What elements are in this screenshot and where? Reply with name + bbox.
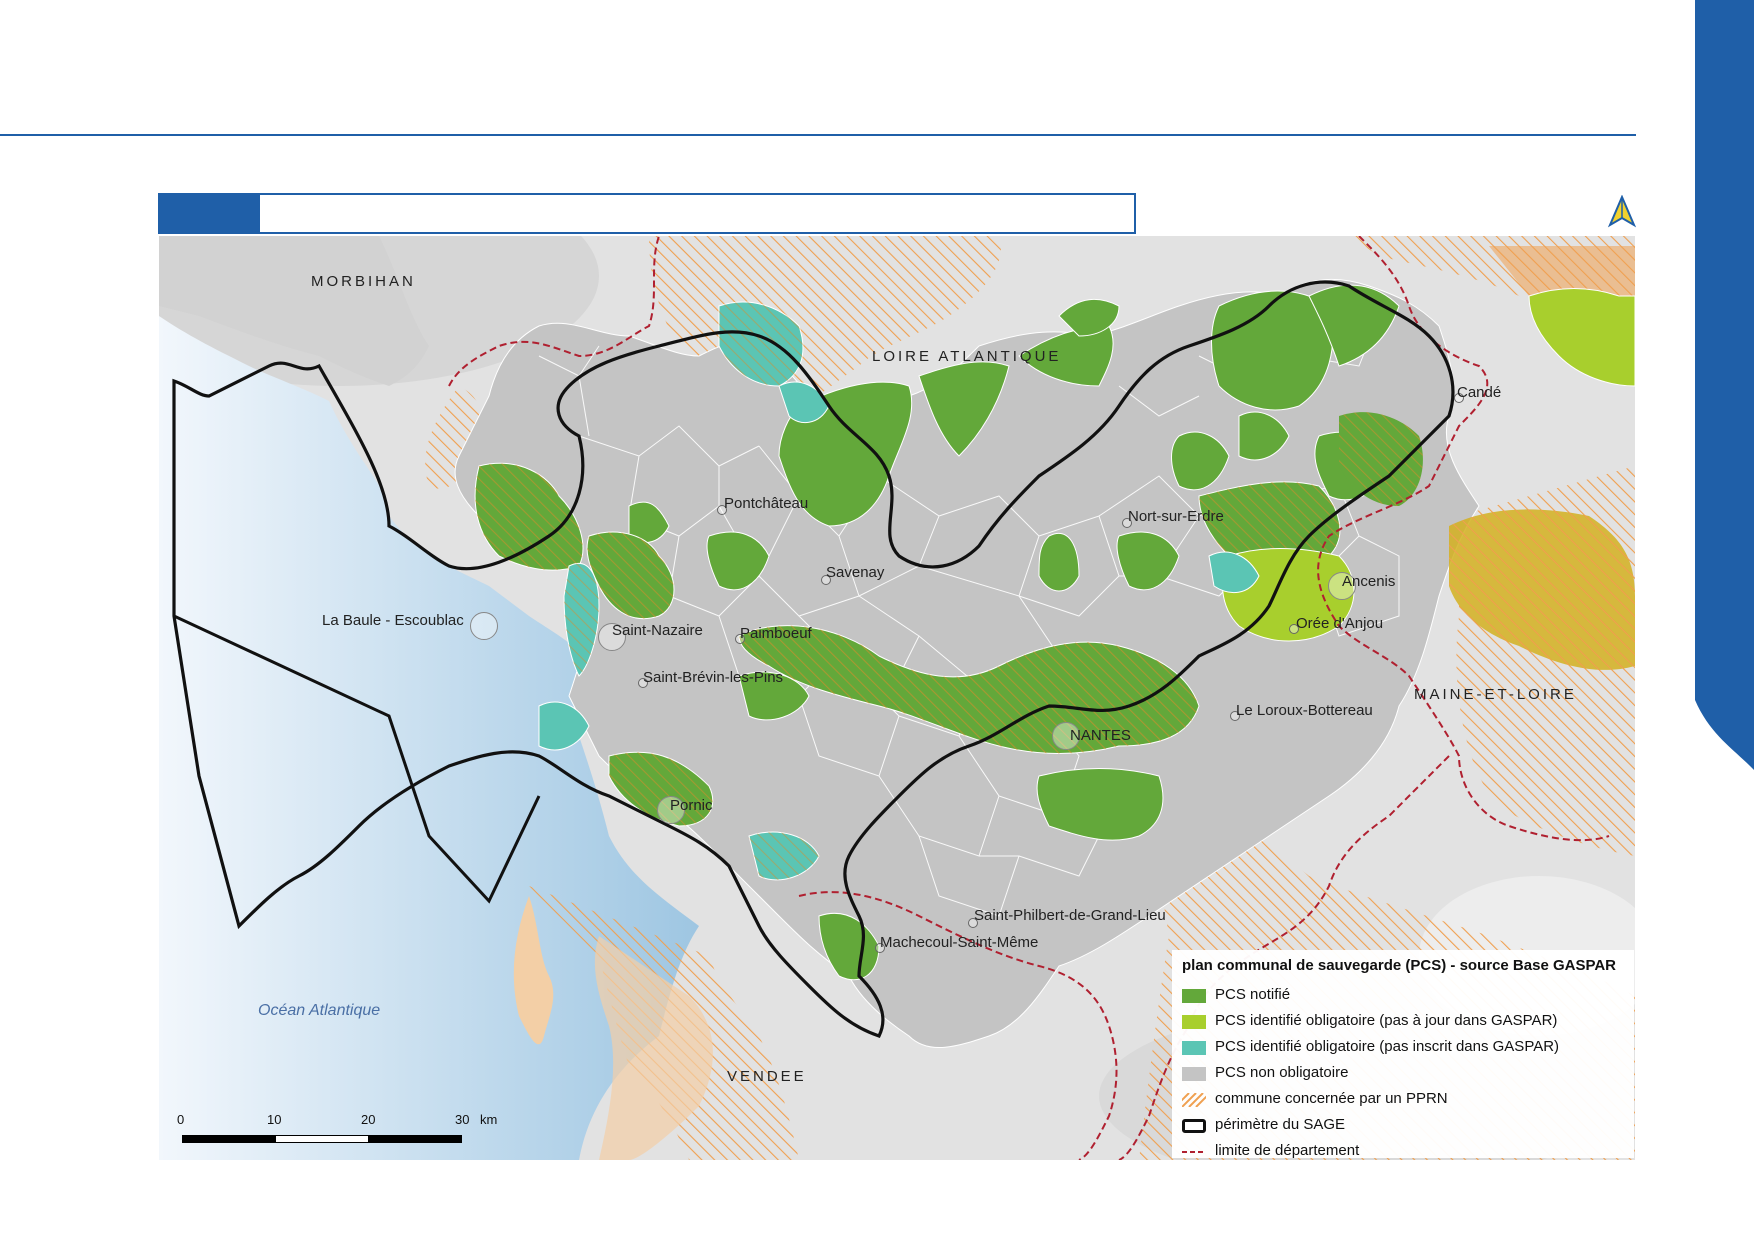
place-label: Saint-Philbert-de-Grand-Lieu — [974, 907, 1166, 924]
title-block — [160, 195, 260, 232]
scale-unit: km — [480, 1112, 498, 1127]
legend-title: plan communal de sauvegarde (PCS) - sour… — [1182, 957, 1617, 974]
scale-tick-label: 10 — [267, 1112, 282, 1127]
place-label: Candé — [1457, 384, 1502, 401]
place-label: Machecoul-Saint-Même — [880, 934, 1039, 951]
place-label: NANTES — [1070, 727, 1131, 744]
ocean-label: Océan Atlantique — [258, 1002, 381, 1019]
place-label: Orée d'Anjou — [1296, 615, 1384, 632]
place-label: Saint-Brévin-les-Pins — [643, 669, 784, 686]
scale-segment — [182, 1135, 276, 1143]
place-label: Pornic — [670, 797, 713, 814]
side-tab — [1695, 0, 1754, 700]
place-label: La Baule - Escoublac — [322, 612, 464, 629]
scale-tick-label: 0 — [177, 1112, 185, 1127]
legend-label: PCS notifié — [1215, 986, 1291, 1003]
legend-label: PCS identifié obligatoire (pas inscrit d… — [1215, 1038, 1560, 1055]
solid-swatch-grey-icon — [1182, 1067, 1206, 1081]
legend-label: limite de département — [1215, 1142, 1360, 1159]
scale-segment — [275, 1135, 369, 1143]
place-label: Saint-Nazaire — [612, 622, 703, 639]
place-label: Le Loroux-Bottereau — [1236, 702, 1373, 719]
place-label: Paimboeuf — [740, 625, 812, 642]
dept-label-loire-atlantique: LOIRE ATLANTIQUE — [872, 348, 1062, 365]
hatch-swatch-orange-icon — [1182, 1093, 1206, 1107]
scale-tick-label: 20 — [361, 1112, 376, 1127]
solid-swatch-teal-icon — [1182, 1041, 1206, 1055]
solid-swatch-dark-green-icon — [1182, 989, 1206, 1003]
dashed-line-red-icon — [1182, 1151, 1206, 1153]
legend-label: commune concernée par un PPRN — [1215, 1090, 1448, 1107]
place-label: Nort-sur-Erdre — [1128, 508, 1224, 525]
place-label: Ancenis — [1342, 573, 1396, 590]
header-rule — [0, 134, 1636, 136]
solid-swatch-light-green-icon — [1182, 1015, 1206, 1029]
legend-label: PCS non obligatoire — [1215, 1064, 1349, 1081]
place-label: Pontchâteau — [724, 495, 809, 512]
map-title-box — [158, 193, 1136, 234]
north-arrow-icon — [1607, 195, 1637, 228]
dept-label-maine-et-loire: MAINE-ET-LOIRE — [1414, 686, 1577, 703]
side-tab-corner — [1695, 700, 1754, 770]
dept-label-vendee: VENDEE — [727, 1068, 807, 1085]
town-marker — [470, 612, 498, 640]
dept-label-morbihan: MORBIHAN — [311, 273, 416, 290]
map-legend: plan communal de sauvegarde (PCS) - sour… — [1172, 950, 1634, 1159]
legend-label: périmètre du SAGE — [1215, 1116, 1346, 1133]
place-label: Savenay — [826, 564, 885, 581]
scale-tick-label: 30 — [455, 1112, 470, 1127]
scale-bar: 0 10 20 30 km — [175, 1112, 498, 1143]
legend-label: PCS identifié obligatoire (pas à jour da… — [1215, 1012, 1558, 1029]
scale-segment — [368, 1135, 462, 1143]
outline-swatch-black-icon — [1182, 1119, 1206, 1133]
